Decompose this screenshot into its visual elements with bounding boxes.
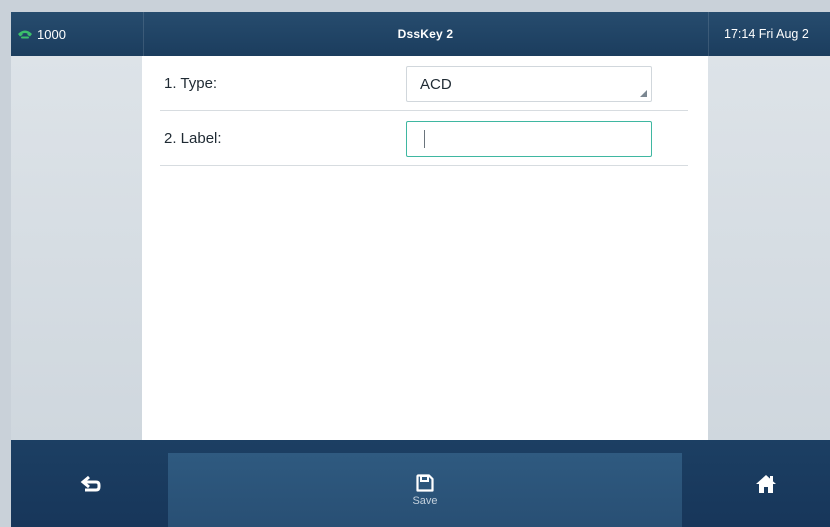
status-divider <box>708 12 709 56</box>
back-arrow-icon <box>80 475 101 491</box>
left-side-panel <box>11 56 142 440</box>
back-button[interactable] <box>41 440 141 527</box>
type-select-value: ACD <box>420 75 452 93</box>
softkey-bar: Save <box>11 440 830 527</box>
dropdown-corner-icon <box>640 90 647 97</box>
type-label: 1. Type: <box>164 74 218 92</box>
home-button[interactable] <box>716 440 816 527</box>
page-title: DssKey 2 <box>397 27 454 41</box>
save-icon <box>416 473 434 492</box>
right-side-panel <box>708 56 830 440</box>
type-select[interactable]: ACD <box>406 66 652 102</box>
account-number: 1000 <box>37 26 66 42</box>
phone-handset-icon <box>18 30 32 39</box>
phone-screen: 1000 DssKey 2 17:14 Fri Aug 2 1. Type: A… <box>0 0 830 527</box>
status-bar: 1000 DssKey 2 17:14 Fri Aug 2 <box>11 12 830 56</box>
account-indicator[interactable]: 1000 <box>11 12 143 56</box>
text-cursor <box>424 130 425 148</box>
save-button[interactable]: Save <box>168 453 682 527</box>
dsskey-form: 1. Type: ACD 2. Label: <box>142 56 708 440</box>
label-label: 2. Label: <box>164 129 222 147</box>
label-input[interactable] <box>406 121 652 157</box>
label-row: 2. Label: <box>160 111 688 166</box>
date-time: 17:14 Fri Aug 2 <box>724 27 809 41</box>
save-label: Save <box>412 494 438 507</box>
home-icon <box>756 474 776 493</box>
type-row: 1. Type: ACD <box>160 56 688 111</box>
